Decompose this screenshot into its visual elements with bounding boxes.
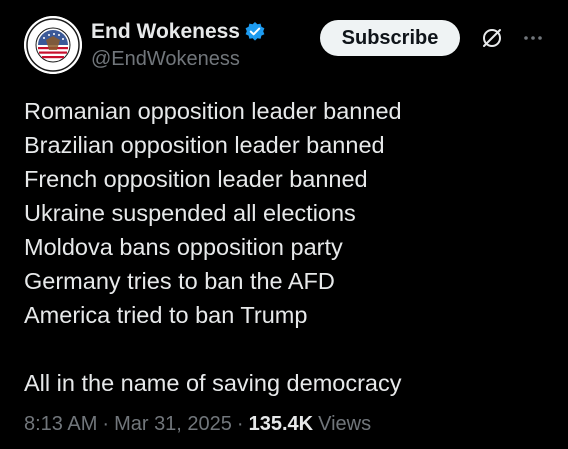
tweet-line: America tried to ban Trump: [24, 302, 308, 328]
views-label: Views: [318, 413, 372, 435]
tweet-line: Ukraine suspended all elections: [24, 200, 356, 226]
tweet-date[interactable]: Mar 31, 2025: [114, 413, 232, 436]
views-count[interactable]: 135.4K: [249, 413, 314, 436]
grok-icon[interactable]: [480, 26, 504, 50]
end-wokeness-logo-icon: [24, 16, 82, 74]
author-name-row[interactable]: End Wokeness: [91, 18, 266, 46]
tweet-line: French opposition leader banned: [24, 166, 368, 192]
verified-badge-icon: [244, 21, 266, 43]
meta-separator: ·: [102, 413, 110, 435]
tweet-closing-line: All in the name of saving democracy: [24, 370, 402, 396]
tweet-header: End Wokeness @EndWokeness Subscribe: [0, 0, 568, 90]
tweet-line: Germany tries to ban the AFD: [24, 268, 335, 294]
tweet-meta: 8:13 AM · Mar 31, 2025 · 135.4K Views: [24, 413, 371, 436]
tweet-time[interactable]: 8:13 AM: [24, 413, 97, 436]
tweet-line: Moldova bans opposition party: [24, 234, 343, 260]
tweet-line: Brazilian opposition leader banned: [24, 132, 385, 158]
avatar[interactable]: [24, 16, 82, 74]
subscribe-button[interactable]: Subscribe: [320, 20, 460, 56]
meta-separator: ·: [236, 413, 244, 435]
more-icon[interactable]: [522, 28, 544, 48]
tweet-text: Romanian opposition leader banned Brazil…: [24, 94, 554, 400]
tweet-line: Romanian opposition leader banned: [24, 98, 402, 124]
author-handle[interactable]: @EndWokeness: [91, 48, 240, 71]
display-name[interactable]: End Wokeness: [91, 20, 240, 44]
